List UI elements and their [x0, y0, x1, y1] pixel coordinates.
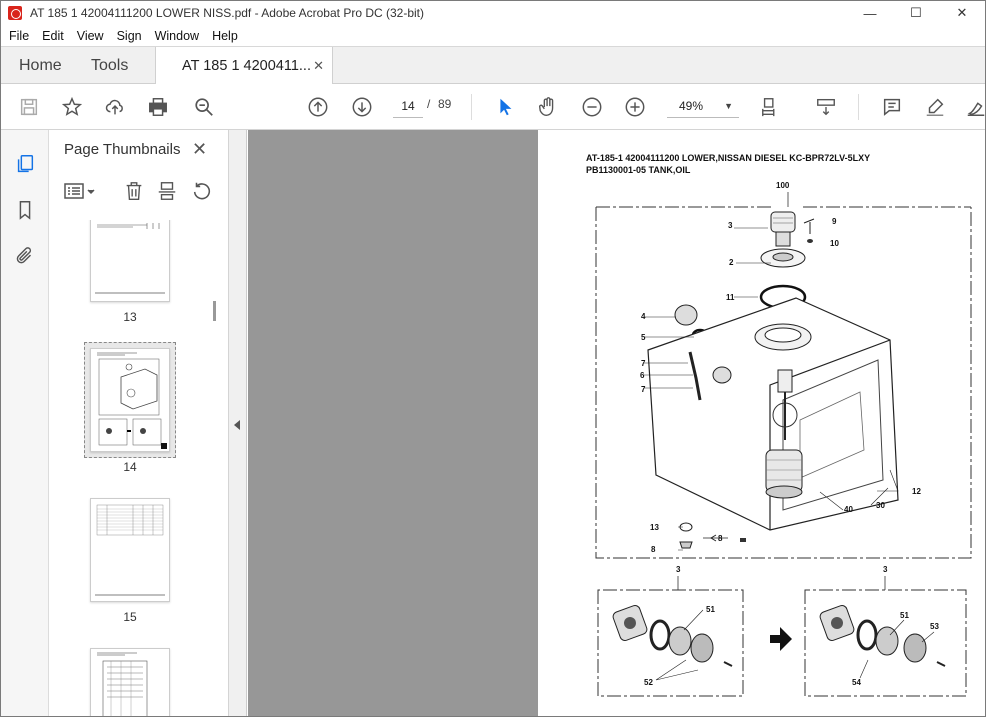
menu-edit[interactable]: Edit [37, 29, 69, 43]
close-panel-icon[interactable]: ✕ [192, 139, 207, 160]
highlight-icon[interactable] [923, 95, 947, 119]
zoom-level-value: 49% [679, 99, 704, 113]
svg-text:8: 8 [651, 545, 656, 554]
close-tab-icon[interactable]: ✕ [313, 58, 324, 74]
minimize-button[interactable]: — [847, 1, 893, 25]
menu-sign[interactable]: Sign [112, 29, 147, 43]
comment-icon[interactable] [880, 95, 904, 119]
page-thumbnails-icon[interactable] [13, 152, 37, 176]
svg-text:30: 30 [876, 501, 885, 510]
menu-window[interactable]: Window [150, 29, 204, 43]
svg-text:3: 3 [676, 565, 681, 574]
svg-text:40: 40 [844, 505, 853, 514]
svg-text:52: 52 [644, 678, 653, 687]
tab-document[interactable]: AT 185 1 4200411... ✕ [155, 47, 333, 85]
scroll-mode-icon[interactable] [814, 95, 838, 119]
page-up-icon[interactable] [306, 95, 330, 119]
thumbnail-page[interactable] [90, 498, 170, 602]
toolbar: 14 / 89 49% ▼ [1, 84, 985, 130]
bookmarks-icon[interactable] [13, 198, 37, 222]
tab-home[interactable]: Home [19, 47, 62, 84]
svg-text:54: 54 [852, 678, 861, 687]
zoom-in-icon[interactable] [623, 95, 647, 119]
zoom-level-dropdown[interactable]: 49% ▼ [667, 94, 739, 118]
thumbnail-page[interactable] [90, 220, 170, 302]
page-separator: / [427, 97, 431, 111]
svg-text:51: 51 [706, 605, 715, 614]
svg-text:100: 100 [776, 181, 790, 190]
svg-text:8: 8 [718, 534, 723, 543]
svg-text:6: 6 [640, 371, 645, 380]
svg-text:3: 3 [883, 565, 888, 574]
page-down-icon[interactable] [350, 95, 374, 119]
print-icon[interactable] [146, 95, 170, 119]
svg-text:53: 53 [930, 622, 939, 631]
thumbnail-label: 13 [123, 310, 137, 324]
page-thumbnails-panel: Page Thumbnails ✕ 13 14 15 [49, 130, 229, 716]
delete-icon[interactable] [122, 179, 146, 203]
maximize-button[interactable]: ☐ [893, 1, 939, 25]
svg-text:5: 5 [641, 333, 646, 342]
close-window-button[interactable]: ✕ [939, 1, 985, 25]
tab-bar: Home Tools AT 185 1 4200411... ✕ [1, 46, 985, 85]
svg-text:7: 7 [641, 359, 646, 368]
svg-text:2: 2 [729, 258, 734, 267]
document-viewport[interactable]: AT-185-1 42004111200 LOWER,NISSAN DIESEL… [248, 130, 985, 716]
parts-diagram: 100 3 9 10 2 11 4 5 7 6 7 12 30 40 13 8 [595, 181, 972, 697]
svg-text:7: 7 [641, 385, 646, 394]
panel-splitter[interactable] [229, 130, 247, 716]
menu-bar: File Edit View Sign Window Help [1, 25, 985, 46]
thumbnail-list: 13 14 15 [49, 220, 217, 716]
sign-icon[interactable] [964, 95, 985, 119]
upload-icon[interactable] [103, 95, 127, 119]
bookmark-star-icon[interactable] [60, 95, 84, 119]
svg-text:10: 10 [830, 239, 839, 248]
menu-view[interactable]: View [72, 29, 109, 43]
svg-text:11: 11 [726, 293, 735, 302]
hand-icon[interactable] [536, 95, 560, 119]
options-icon[interactable] [63, 179, 99, 203]
menu-help[interactable]: Help [207, 29, 243, 43]
collapse-panel-icon[interactable] [234, 420, 240, 430]
acrobat-logo-icon [8, 6, 22, 20]
panel-title: Page Thumbnails [64, 141, 181, 158]
svg-text:13: 13 [650, 523, 659, 532]
rotate-icon[interactable] [190, 179, 214, 203]
pdf-page: AT-185-1 42004111200 LOWER,NISSAN DIESEL… [538, 130, 985, 716]
acrobat-window: AT 185 1 42004111200 LOWER NISS.pdf - Ad… [0, 0, 986, 717]
tab-document-label: AT 185 1 4200411... [182, 58, 311, 74]
svg-text:3: 3 [728, 221, 733, 230]
svg-text:51: 51 [900, 611, 909, 620]
fit-page-icon[interactable] [759, 95, 783, 119]
window-controls: — ☐ ✕ [847, 1, 985, 25]
thumbnail-label: 15 [123, 610, 137, 624]
total-pages: 89 [438, 97, 452, 111]
thumbnail-page-selected[interactable] [90, 348, 170, 452]
chevron-down-icon: ▼ [724, 101, 733, 111]
svg-text:12: 12 [912, 487, 921, 496]
panel-toolbar [49, 176, 228, 208]
toolbar-divider [471, 94, 472, 120]
zoom-out-icon[interactable] [580, 95, 604, 119]
select-arrow-icon[interactable] [493, 95, 517, 119]
thumbnail-label: 14 [123, 460, 137, 474]
window-title: AT 185 1 42004111200 LOWER NISS.pdf - Ad… [30, 6, 424, 20]
attachments-icon[interactable] [13, 244, 37, 268]
menu-file[interactable]: File [4, 29, 34, 43]
svg-text:9: 9 [832, 217, 837, 226]
save-icon[interactable] [17, 95, 41, 119]
thumbnail-page[interactable] [90, 648, 170, 716]
page-number-input[interactable]: 14 [393, 94, 423, 118]
left-rail [1, 130, 49, 716]
svg-text:4: 4 [641, 312, 646, 321]
toolbar-divider [858, 94, 859, 120]
zoom-search-icon[interactable] [192, 95, 216, 119]
extract-icon[interactable] [155, 179, 179, 203]
title-bar: AT 185 1 42004111200 LOWER NISS.pdf - Ad… [1, 1, 985, 25]
tab-tools[interactable]: Tools [91, 47, 128, 84]
thumbnail-scrollbar[interactable] [213, 301, 216, 321]
